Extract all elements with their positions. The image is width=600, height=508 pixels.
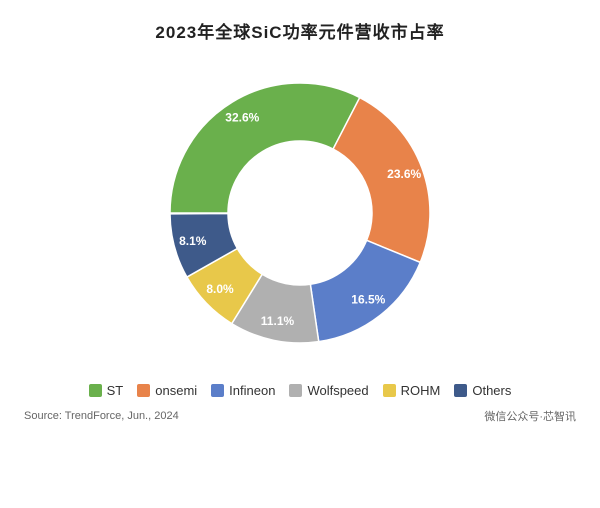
legend-swatch (289, 384, 302, 397)
donut-chart: TRENDFORCE 32.6%23.6%16.5%11.1%8.0%8.1% (130, 53, 470, 373)
legend-swatch (454, 384, 467, 397)
chart-footer: Source: TrendForce, Jun., 2024 微信公众号·芯智讯 (20, 408, 580, 424)
chart-container: 2023年全球SiC功率元件营收市占率 TRENDFORCE 32.6%23.6… (0, 0, 600, 508)
legend-swatch (383, 384, 396, 397)
legend-swatch (211, 384, 224, 397)
source-text: Source: TrendForce, Jun., 2024 (24, 410, 179, 422)
svg-text:32.6%: 32.6% (225, 110, 259, 124)
svg-text:8.1%: 8.1% (179, 234, 207, 248)
legend-label: Infineon (229, 383, 275, 398)
legend-item: Infineon (211, 383, 275, 398)
wechat-badge: 微信公众号·芯智讯 (484, 408, 576, 424)
legend-swatch (137, 384, 150, 397)
legend-label: ROHM (401, 383, 441, 398)
legend-label: onsemi (155, 383, 197, 398)
legend-label: Others (472, 383, 511, 398)
legend-label: ST (107, 383, 124, 398)
svg-text:11.1%: 11.1% (261, 314, 295, 328)
svg-text:8.0%: 8.0% (206, 282, 234, 296)
chart-title: 2023年全球SiC功率元件营收市占率 (155, 18, 444, 43)
legend-item: Others (454, 383, 511, 398)
legend-label: Wolfspeed (307, 383, 368, 398)
legend-item: ST (89, 383, 124, 398)
chart-legend: ST onsemi Infineon Wolfspeed ROHM Others (20, 383, 580, 398)
svg-text:23.6%: 23.6% (387, 167, 421, 181)
legend-item: Wolfspeed (289, 383, 368, 398)
legend-swatch (89, 384, 102, 397)
svg-text:16.5%: 16.5% (351, 293, 385, 307)
legend-item: ROHM (383, 383, 441, 398)
legend-item: onsemi (137, 383, 197, 398)
